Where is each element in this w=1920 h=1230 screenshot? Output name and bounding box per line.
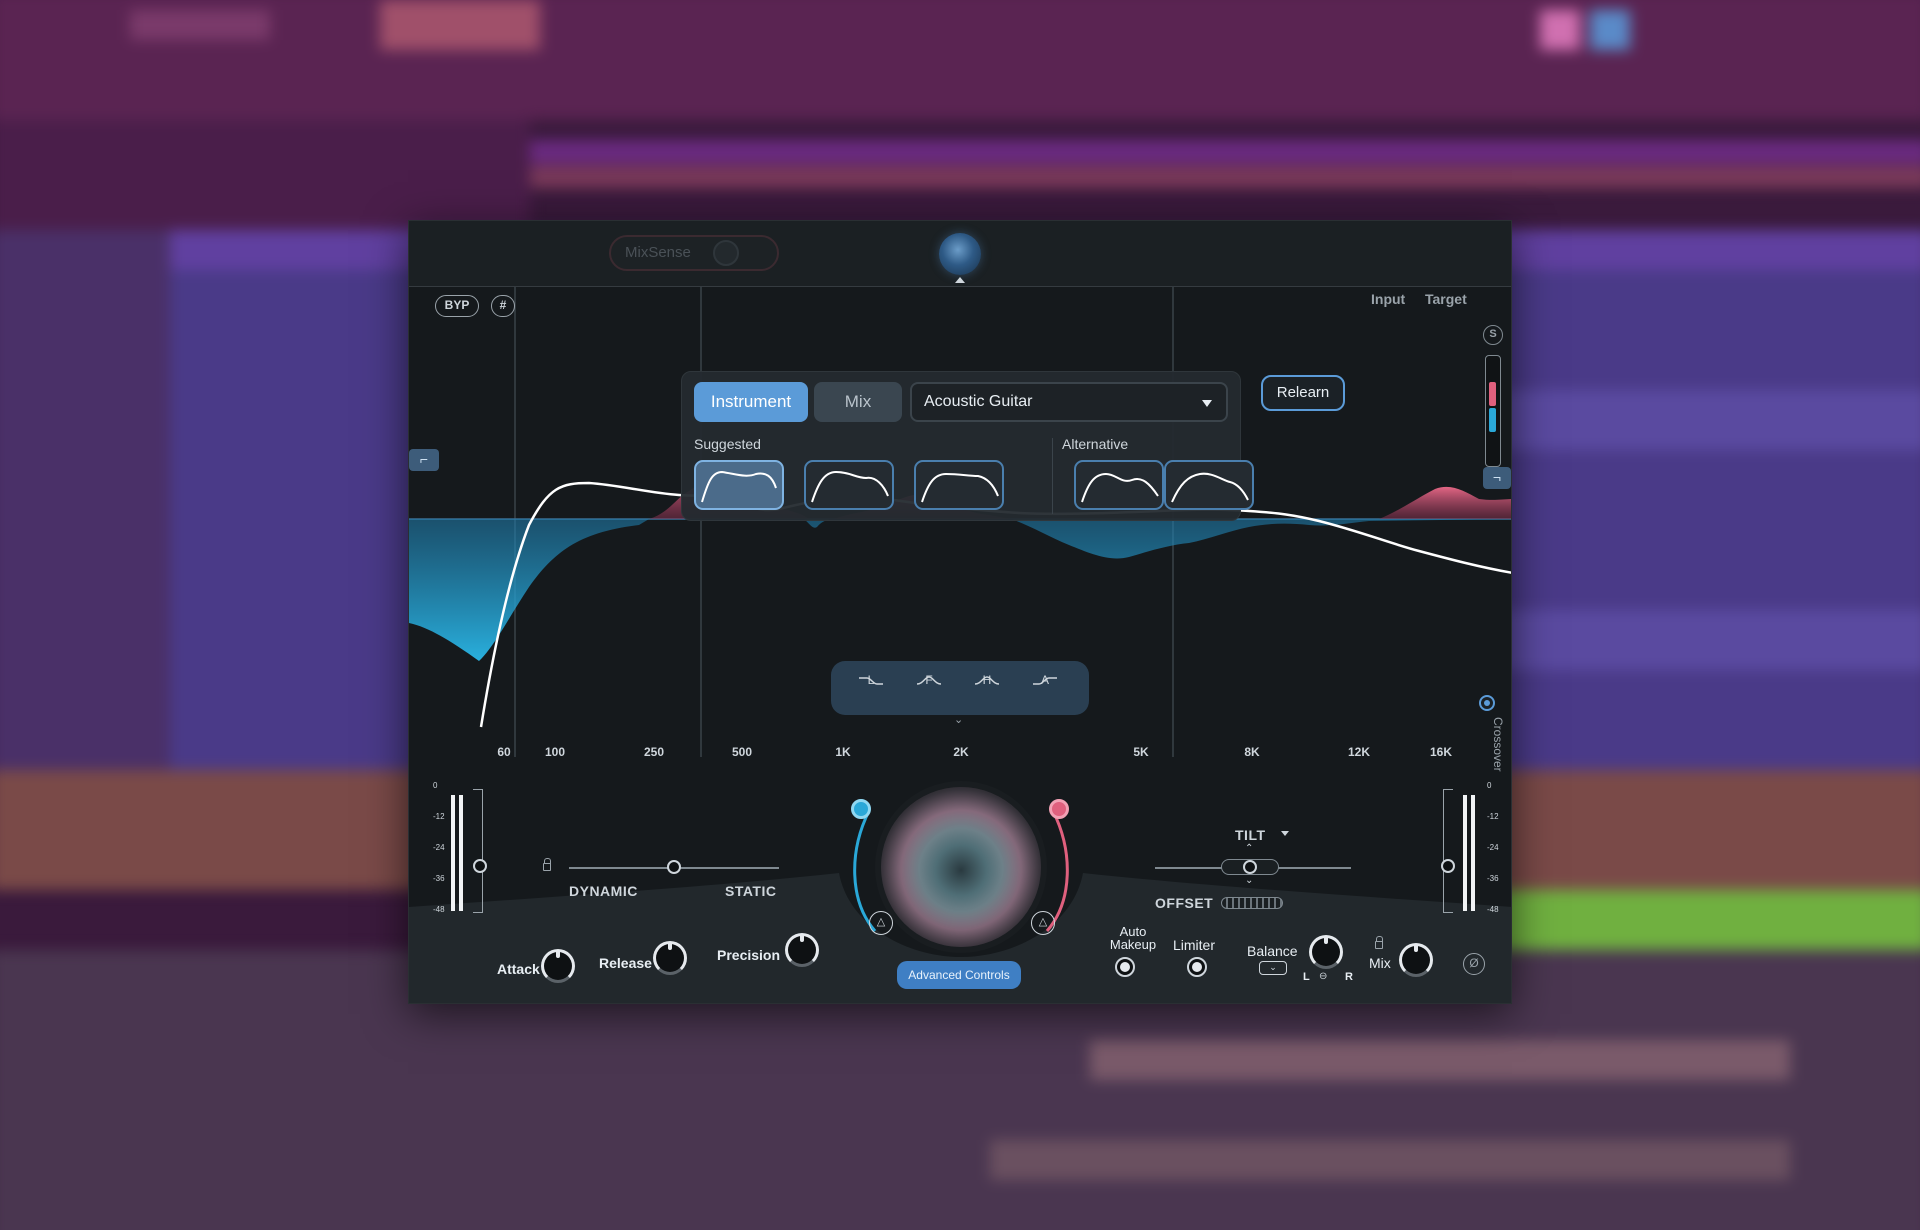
tab-instrument[interactable]: Instrument [694, 382, 808, 422]
mixsense-switch-knob [713, 240, 739, 266]
relearn-button[interactable]: Relearn [1261, 375, 1345, 411]
chevron-down-icon[interactable]: ⌄ [1245, 875, 1253, 886]
chevron-down-icon [1202, 400, 1212, 407]
high-bell-icon [974, 676, 1000, 685]
curve-thumb-icon [1171, 472, 1249, 503]
preset-alternative-2[interactable] [1164, 460, 1254, 510]
input-gain-rail [473, 789, 483, 913]
meter-scale-right: 0 -12 -24 -36 -48 [1487, 781, 1499, 914]
alternative-label: Alternative [1062, 436, 1129, 452]
mix-knob[interactable] [1399, 943, 1433, 977]
io-meter [1485, 355, 1501, 467]
link-icon[interactable]: ⊖ [1319, 971, 1327, 982]
caret-up-icon [955, 277, 965, 283]
grid-icon[interactable]: # [491, 295, 515, 317]
band-high-bell-button[interactable]: H [971, 673, 1003, 705]
tilt-thumb[interactable] [1243, 860, 1257, 874]
triangle-left-icon[interactable]: △ [869, 911, 893, 935]
high-cut-handle[interactable]: ¬ [1483, 467, 1511, 489]
suggested-label: Suggested [694, 436, 761, 452]
release-label: Release [599, 955, 652, 971]
precision-label: Precision [717, 947, 781, 963]
input-label[interactable]: Input [1371, 291, 1405, 307]
mixsense-label: MixSense [625, 244, 691, 261]
chevron-up-icon[interactable]: ⌃ [1245, 843, 1253, 854]
advanced-controls-button[interactable]: Advanced Controls [897, 961, 1021, 989]
instrument-panel: Instrument Mix Acoustic Guitar Suggested… [681, 371, 1254, 521]
high-handle-dot[interactable] [1049, 799, 1069, 819]
triangle-right-icon[interactable]: △ [1031, 911, 1055, 935]
static-label: STATIC [725, 883, 777, 899]
input-meter-left [451, 795, 455, 911]
dynamic-static-thumb[interactable] [667, 860, 681, 874]
phase-invert-icon[interactable]: Ø [1463, 953, 1485, 975]
cut-area [409, 519, 1511, 661]
low-handle-dot[interactable] [851, 799, 871, 819]
attack-knob[interactable] [541, 949, 575, 983]
low-shelf-icon [859, 677, 883, 685]
balance-l-label: L [1303, 971, 1310, 983]
offset-wheel[interactable] [1221, 897, 1283, 909]
lock-icon[interactable] [1375, 936, 1383, 949]
preset-suggested-3[interactable] [914, 460, 1004, 510]
offset-label: OFFSET [1155, 895, 1214, 911]
curve-thumb-icon [1081, 472, 1159, 503]
bypass-button[interactable]: BYP [435, 295, 479, 317]
mix-label: Mix [1369, 955, 1391, 971]
curve-thumb-icon [811, 470, 889, 503]
output-meter-right [1471, 795, 1475, 911]
crossover-toggle[interactable] [1479, 695, 1495, 711]
limiter-label: Limiter [1173, 937, 1216, 953]
instrument-value: Acoustic Guitar [924, 393, 1033, 410]
balance-dropdown[interactable]: ⌄ [1259, 961, 1287, 975]
curve-thumb-icon [701, 470, 777, 503]
band-low-shelf-button[interactable]: L [855, 673, 887, 705]
solo-button[interactable]: S [1483, 325, 1503, 345]
input-meter-right [459, 795, 463, 911]
chevron-down-icon[interactable]: ⌄ [954, 713, 963, 726]
boost-area-3 [1379, 486, 1511, 519]
balance-r-label: R [1345, 971, 1353, 983]
low-cut-handle[interactable]: ⌐ [409, 449, 439, 471]
limiter-toggle[interactable] [1187, 957, 1207, 977]
precision-knob[interactable] [785, 933, 819, 967]
bell-icon [916, 676, 942, 685]
curve-thumb-icon [921, 472, 999, 503]
auto-makeup-toggle[interactable] [1115, 957, 1135, 977]
input-gain-handle[interactable] [473, 859, 487, 873]
tab-mix[interactable]: Mix [814, 382, 902, 422]
band-high-shelf-button[interactable]: A [1029, 673, 1061, 705]
plugin-window: MixSense BYP # Input Target S ⌐ ¬ Instru… [408, 220, 1512, 1004]
band-type-bar: L F H A [831, 661, 1089, 715]
mixsense-toggle[interactable]: MixSense [609, 235, 779, 271]
preset-alternative-1[interactable] [1074, 460, 1164, 510]
preset-suggested-2[interactable] [804, 460, 894, 510]
band-bell-button[interactable]: F [913, 673, 945, 705]
logo-icon[interactable] [939, 233, 981, 275]
balance-label: Balance [1247, 943, 1298, 959]
plugin-header: MixSense [409, 221, 1511, 287]
instrument-dropdown[interactable]: Acoustic Guitar [910, 382, 1228, 422]
release-knob[interactable] [653, 941, 687, 975]
lock-icon[interactable] [543, 858, 551, 871]
controls-panel: 0 -12 -24 -36 -48 DYNAMIC STATIC Attack … [409, 757, 1511, 1003]
balance-knob[interactable] [1309, 935, 1343, 969]
attack-label: Attack [497, 961, 540, 977]
panel-divider [1052, 438, 1053, 514]
tilt-dropdown-icon[interactable] [1281, 831, 1289, 836]
output-meter-left [1463, 795, 1467, 911]
meter-scale-left: 0 -12 -24 -36 -48 [433, 781, 445, 914]
output-gain-handle[interactable] [1441, 859, 1455, 873]
output-gain-rail [1443, 789, 1453, 913]
dynamic-label: DYNAMIC [569, 883, 638, 899]
high-shelf-icon [1033, 677, 1057, 685]
auto-makeup-label: Auto Makeup [1109, 924, 1157, 952]
target-label[interactable]: Target [1425, 291, 1467, 307]
loudness-orb[interactable] [881, 787, 1041, 947]
tilt-label[interactable]: TILT [1235, 827, 1266, 843]
preset-suggested-1[interactable] [694, 460, 784, 510]
